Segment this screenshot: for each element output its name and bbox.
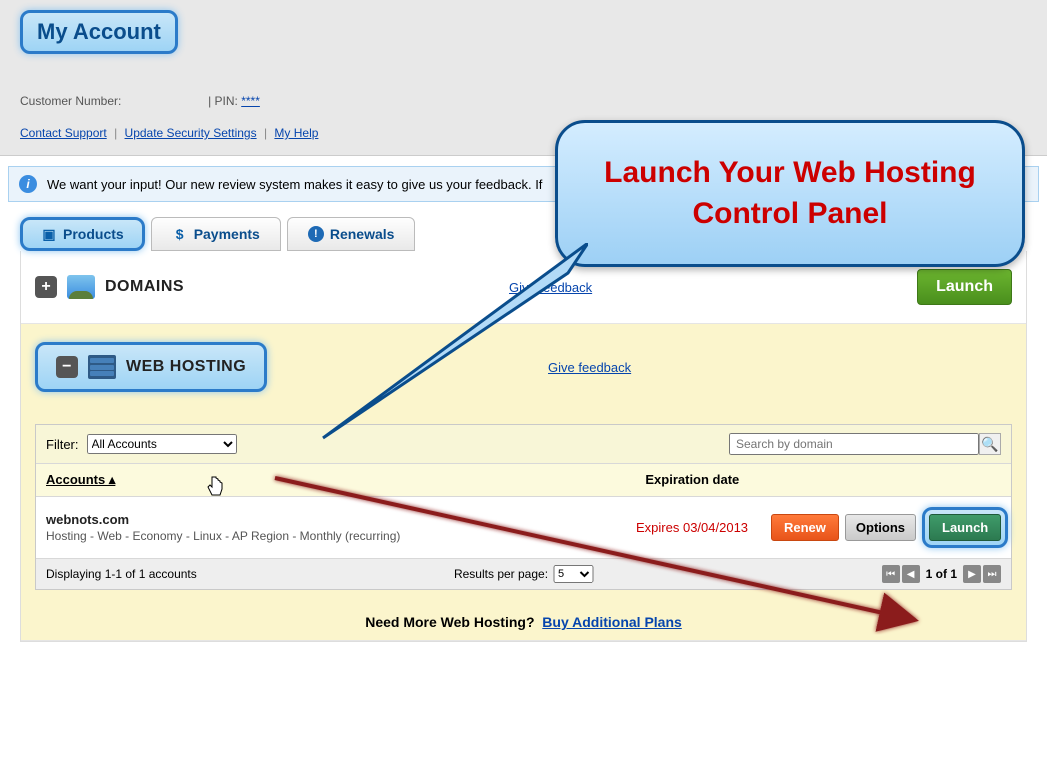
filter-label: Filter: xyxy=(46,437,79,452)
cursor-icon xyxy=(205,475,225,504)
buy-plans-link[interactable]: Buy Additional Plans xyxy=(542,614,682,630)
displaying-text: Displaying 1-1 of 1 accounts xyxy=(46,567,197,581)
search-icon: 🔍 xyxy=(981,436,998,453)
results-per-page-select[interactable]: 5 xyxy=(553,565,593,583)
table-row: webnots.com Hosting - Web - Economy - Li… xyxy=(36,497,1011,559)
server-icon xyxy=(88,355,116,379)
account-description: Hosting - Web - Economy - Linux - AP Reg… xyxy=(46,529,636,543)
domains-launch-button[interactable]: Launch xyxy=(917,269,1012,305)
callout-text: Launch Your Web Hosting Control Panel xyxy=(578,153,1002,234)
info-icon: i xyxy=(19,175,37,193)
pin-link[interactable]: **** xyxy=(241,94,260,108)
page-indicator: 1 of 1 xyxy=(926,567,957,581)
customer-info: Customer Number: | PIN: **** xyxy=(20,94,1027,108)
dollar-icon: $ xyxy=(172,226,188,242)
launch-button[interactable]: Launch xyxy=(929,514,1001,541)
results-per-page-label: Results per page: xyxy=(454,567,548,581)
tab-renewals-label: Renewals xyxy=(330,226,395,242)
need-more-row: Need More Web Hosting? Buy Additional Pl… xyxy=(21,604,1026,640)
table-header: Accounts ▴ Expiration date xyxy=(36,464,1011,497)
notice-text: We want your input! Our new review syste… xyxy=(47,177,542,192)
pager-bar: Displaying 1-1 of 1 accounts Results per… xyxy=(36,559,1011,589)
tab-products[interactable]: ▣ Products xyxy=(20,217,145,251)
security-settings-link[interactable]: Update Security Settings xyxy=(125,126,257,140)
customer-number-label: Customer Number: xyxy=(20,94,121,108)
search-button[interactable]: 🔍 xyxy=(979,433,1001,455)
expires-text: Expires 03/04/2013 xyxy=(636,520,771,535)
collapse-button[interactable]: − xyxy=(56,356,78,378)
renew-button[interactable]: Renew xyxy=(771,514,839,541)
cube-icon: ▣ xyxy=(41,226,57,242)
accounts-column-header[interactable]: Accounts ▴ xyxy=(46,472,115,488)
annotation-callout: Launch Your Web Hosting Control Panel xyxy=(555,120,1025,267)
contact-support-link[interactable]: Contact Support xyxy=(20,126,107,140)
callout-tail xyxy=(248,243,588,463)
search-input[interactable] xyxy=(729,433,979,455)
alert-icon: ! xyxy=(308,226,324,242)
webhosting-title: WEB HOSTING xyxy=(126,358,246,376)
pager-last-button[interactable]: ⏭ xyxy=(983,565,1001,583)
need-more-text: Need More Web Hosting? xyxy=(365,614,534,630)
launch-highlight: Launch xyxy=(922,507,1008,548)
filter-select[interactable]: All Accounts xyxy=(87,434,237,454)
pager-prev-button[interactable]: ◀ xyxy=(902,565,920,583)
domains-title: DOMAINS xyxy=(105,278,184,296)
my-account-button[interactable]: My Account xyxy=(20,10,178,54)
options-button[interactable]: Options xyxy=(845,514,916,541)
my-help-link[interactable]: My Help xyxy=(274,126,318,140)
account-name: webnots.com xyxy=(46,512,636,527)
pager-first-button[interactable]: ⏮ xyxy=(882,565,900,583)
pager-next-button[interactable]: ▶ xyxy=(963,565,981,583)
tab-payments-label: Payments xyxy=(194,226,260,242)
domains-icon xyxy=(67,275,95,299)
tab-products-label: Products xyxy=(63,226,124,242)
expiration-column-header: Expiration date xyxy=(645,472,739,488)
pin-label: | PIN: xyxy=(208,94,238,108)
expand-button[interactable]: + xyxy=(35,276,57,298)
webhosting-header-button[interactable]: − WEB HOSTING xyxy=(35,342,267,392)
